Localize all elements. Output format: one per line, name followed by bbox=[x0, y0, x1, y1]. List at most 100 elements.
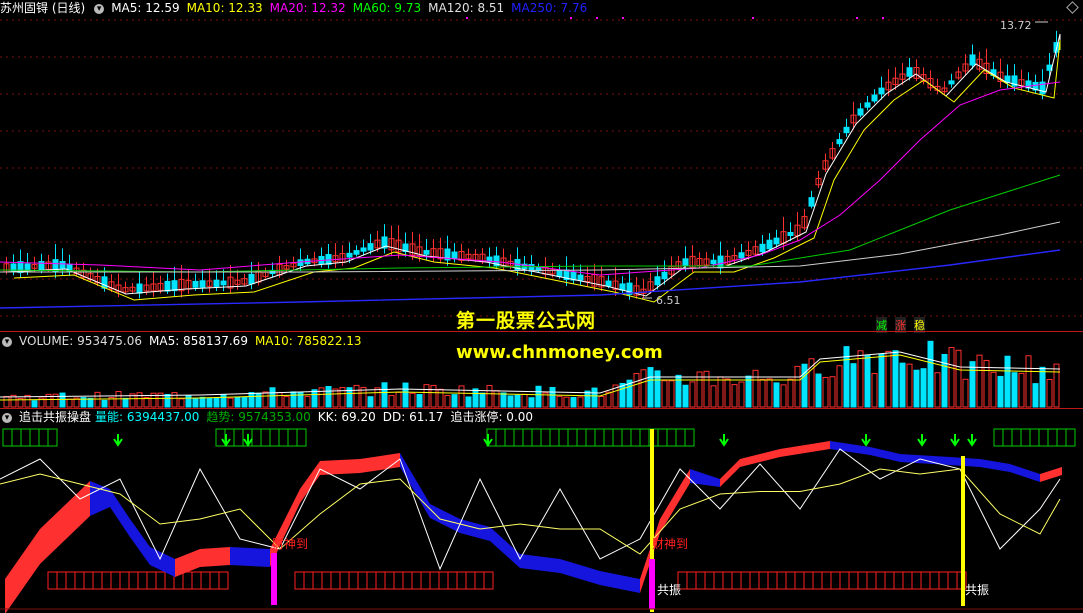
volume-bar bbox=[479, 392, 486, 408]
volume-bar bbox=[395, 391, 402, 408]
buy-arrow-icon bbox=[967, 434, 977, 447]
candle-body bbox=[605, 280, 612, 287]
warn-box bbox=[722, 571, 733, 590]
volume-bar bbox=[794, 365, 801, 408]
volume-bar bbox=[570, 396, 577, 408]
trend-box bbox=[675, 428, 686, 447]
trend-box bbox=[594, 428, 605, 447]
warn-box bbox=[947, 571, 958, 590]
candle-body bbox=[710, 259, 717, 265]
candle-body bbox=[836, 139, 843, 145]
volume-bar bbox=[962, 378, 969, 408]
signal-dot bbox=[752, 17, 754, 19]
signal-resonance-1: 共振 bbox=[657, 583, 682, 597]
warn-box bbox=[393, 571, 404, 590]
warn-box bbox=[348, 571, 359, 590]
warn-box bbox=[209, 571, 220, 590]
volume-bar bbox=[738, 381, 745, 408]
trend-box bbox=[531, 428, 542, 447]
volume-bar bbox=[584, 390, 591, 408]
warn-box bbox=[402, 571, 413, 590]
price-chart-canvas[interactable] bbox=[0, 0, 1083, 330]
volume-header: ▾ VOLUME: 953475.06 MA5: 858137.69 MA10: 78… bbox=[0, 333, 376, 349]
warn-box bbox=[839, 571, 850, 590]
warn-box bbox=[875, 571, 886, 590]
ribbon-segment bbox=[720, 459, 740, 487]
stock-title[interactable]: 苏州固锝 (日线) bbox=[0, 1, 85, 15]
candle-body bbox=[878, 87, 885, 95]
indicator-legend-item-1: 趋势: 9574353.00 bbox=[206, 410, 311, 424]
price-header: 苏州固锝 (日线) ▾ MA5: 12.59 MA10: 12.33 MA20: 12.… bbox=[0, 0, 601, 16]
candle-body bbox=[220, 280, 227, 286]
volume-bar bbox=[815, 373, 822, 408]
ribbon-segment bbox=[400, 453, 430, 518]
volume-bar bbox=[192, 397, 199, 408]
high-price-label: 13.72 bbox=[1000, 19, 1032, 32]
warn-box bbox=[92, 571, 103, 590]
volume-bar bbox=[185, 395, 192, 408]
trend-box bbox=[1002, 428, 1013, 447]
candle-body bbox=[199, 280, 206, 288]
candle-body bbox=[773, 237, 780, 245]
warn-box bbox=[74, 571, 85, 590]
volume-bar bbox=[990, 371, 997, 408]
collapse-icon[interactable]: ▾ bbox=[2, 412, 12, 423]
warn-box bbox=[830, 571, 841, 590]
volume-bar bbox=[773, 382, 780, 408]
signal-dot bbox=[570, 17, 572, 19]
warn-box bbox=[902, 571, 913, 590]
ribbon-segment bbox=[200, 547, 230, 567]
ribbon-segment bbox=[90, 481, 110, 516]
buy-arrow-icon bbox=[917, 434, 927, 447]
volume-bar bbox=[234, 396, 241, 408]
volume-bar bbox=[101, 399, 108, 408]
trend-box bbox=[513, 428, 524, 447]
candle-body bbox=[346, 252, 353, 258]
warn-box bbox=[920, 571, 931, 590]
trend-box bbox=[38, 428, 49, 447]
volume-bar bbox=[500, 392, 507, 408]
trend-box bbox=[657, 428, 668, 447]
warn-box bbox=[83, 571, 94, 590]
trend-box bbox=[47, 428, 58, 447]
ribbon-segment bbox=[110, 489, 130, 537]
volume-bar bbox=[353, 384, 360, 408]
warn-box bbox=[767, 571, 778, 590]
volume-bar bbox=[598, 396, 605, 408]
volume-bar bbox=[1025, 355, 1032, 408]
trend-box bbox=[260, 428, 271, 447]
volume-legend-item-1: MA5: 858137.69 bbox=[149, 334, 248, 348]
indicator-chart-canvas[interactable] bbox=[0, 409, 1083, 613]
price-chart-pane[interactable]: 苏州固锝 (日线) ▾ MA5: 12.59 MA10: 12.33 MA20: 12.… bbox=[0, 0, 1083, 333]
volume-bar bbox=[241, 396, 248, 408]
volume-bar bbox=[465, 396, 472, 408]
volume-bar bbox=[724, 378, 731, 408]
trend-box bbox=[567, 428, 578, 447]
volume-bar bbox=[367, 396, 374, 408]
volume-bar bbox=[976, 354, 983, 408]
collapse-icon[interactable]: ▾ bbox=[2, 336, 12, 347]
volume-bar bbox=[31, 400, 38, 408]
volume-bar bbox=[1046, 378, 1053, 408]
ribbon-segment bbox=[690, 469, 720, 487]
ribbon-segment bbox=[1010, 464, 1040, 482]
volume-bar bbox=[906, 363, 913, 408]
volume-bar bbox=[444, 394, 451, 408]
trend-box bbox=[504, 428, 515, 447]
ma-legend-item-1: MA10: 12.33 bbox=[186, 1, 263, 15]
indicator-chart-pane[interactable]: ▾ 追击共振操盘 量能: 6394437.00 趋势: 9574353.00 KK: 6… bbox=[0, 409, 1083, 613]
candle-body bbox=[451, 251, 458, 259]
volume-bar bbox=[269, 387, 276, 408]
trend-box bbox=[287, 428, 298, 447]
volume-bar bbox=[619, 382, 626, 408]
warn-box bbox=[330, 571, 341, 590]
volume-bar bbox=[59, 392, 66, 408]
trend-box bbox=[1047, 428, 1058, 447]
indicator-title[interactable]: 追击共振操盘 bbox=[19, 410, 91, 424]
volume-bar bbox=[507, 395, 514, 408]
warn-box bbox=[474, 571, 485, 590]
collapse-icon[interactable]: ▾ bbox=[94, 3, 105, 14]
candle-body bbox=[423, 250, 430, 255]
trend-box bbox=[1038, 428, 1049, 447]
volume-bar bbox=[640, 369, 647, 408]
